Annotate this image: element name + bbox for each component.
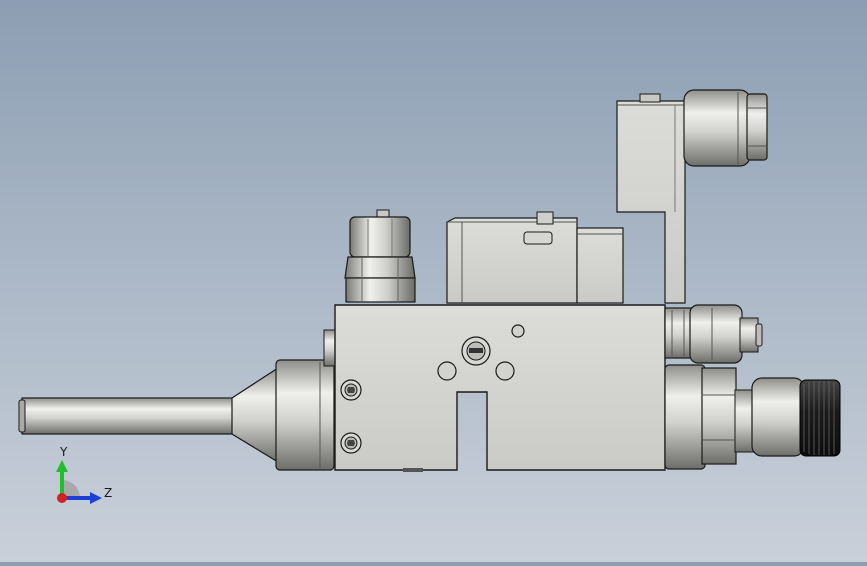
nozzle-cone (231, 366, 279, 464)
nozzle-body (275, 329, 337, 471)
cad-3d-viewport[interactable]: Y Z (0, 0, 867, 562)
socket-screw-lower (340, 432, 362, 454)
solenoid-housing (446, 217, 624, 304)
x-axis-indicator (57, 493, 67, 503)
right-fitting-upper (664, 304, 763, 364)
knurled-knob[interactable] (799, 379, 841, 457)
solenoid-coil (616, 93, 686, 304)
nozzle-rod (18, 397, 243, 435)
cable-connector (683, 89, 768, 167)
coordinate-triad[interactable]: Y Z (56, 445, 112, 504)
top-fitting (344, 209, 416, 303)
triad-y-label: Y (59, 445, 68, 459)
socket-screw-upper (340, 379, 362, 401)
triad-z-label: Z (104, 486, 112, 500)
adjusting-screw (461, 336, 491, 366)
valve-block (334, 304, 666, 472)
right-adjuster-lower (664, 364, 805, 470)
